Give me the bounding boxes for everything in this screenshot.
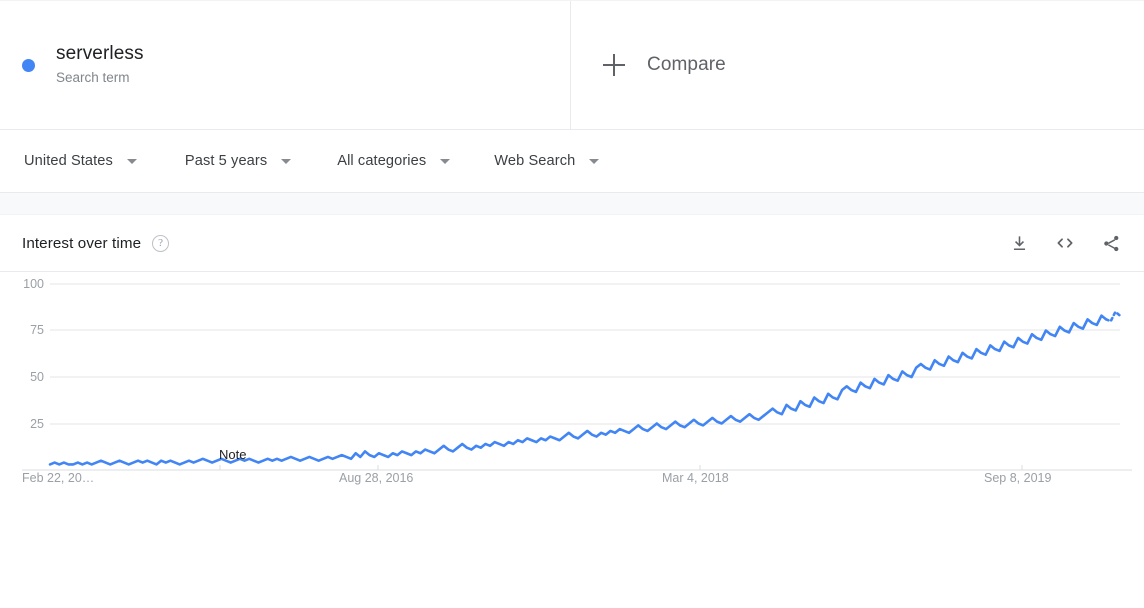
y-tick-75: 75 [30, 323, 44, 337]
compare-label: Compare [647, 54, 726, 75]
x-axis-labels: Feb 22, 20… Aug 28, 2016 Mar 4, 2018 Sep… [22, 471, 1051, 485]
x-axis-ticks [219, 465, 1023, 470]
chevron-down-icon [589, 158, 600, 164]
card-actions [1008, 232, 1122, 254]
filter-search-type[interactable]: Web Search [492, 149, 601, 173]
y-axis-labels: 100 75 50 25 [23, 277, 44, 431]
x-tick-label-1: Aug 28, 2016 [339, 471, 413, 485]
filter-location[interactable]: United States [22, 149, 139, 173]
y-tick-100: 100 [23, 277, 44, 291]
chart-gridlines [22, 283, 1132, 471]
x-tick-label-2: Mar 4, 2018 [662, 471, 729, 485]
filter-search-type-label: Web Search [494, 153, 576, 169]
card-title: Interest over time [22, 234, 142, 252]
chevron-down-icon [440, 158, 451, 164]
filter-time-range-label: Past 5 years [184, 153, 268, 169]
chevron-down-icon [126, 158, 137, 164]
chevron-down-icon [281, 158, 292, 164]
help-circle-icon[interactable]: ? [152, 234, 170, 252]
series-color-dot [22, 58, 35, 72]
x-tick-label-0: Feb 22, 20… [22, 471, 94, 485]
filter-category-label: All categories [337, 153, 427, 169]
plus-icon [603, 54, 625, 76]
add-comparison-button[interactable]: Compare [571, 1, 1144, 129]
filter-bar: United States Past 5 years All categorie… [0, 130, 1144, 193]
search-term-type: Search term [56, 70, 130, 85]
trend-chart-svg: 100 75 50 25 Feb 22, 20… Aug 28, 2016 Ma… [22, 277, 1132, 485]
interest-over-time-card: Interest over time ? 100 75 50 25 Feb 22… [0, 215, 1144, 547]
y-tick-25: 25 [30, 417, 44, 431]
filter-category[interactable]: All categories [335, 149, 452, 173]
search-term-label: serverless [56, 43, 144, 64]
content-spacer [0, 193, 1144, 215]
card-header: Interest over time ? [0, 215, 1144, 272]
download-icon[interactable] [1008, 232, 1030, 254]
filter-location-label: United States [24, 153, 113, 169]
trend-series-line [48, 314, 1108, 466]
y-tick-50: 50 [30, 370, 44, 384]
note-annotation-label: Note [219, 447, 246, 462]
search-term-card[interactable]: serverless Search term [0, 1, 571, 129]
filter-time-range[interactable]: Past 5 years [183, 149, 293, 173]
trend-series-partial-line [1104, 310, 1122, 323]
x-tick-label-3: Sep 8, 2019 [984, 471, 1051, 485]
search-terms-row: serverless Search term Compare [0, 0, 1144, 130]
share-icon[interactable] [1100, 232, 1122, 254]
embed-code-icon[interactable] [1054, 232, 1076, 254]
trend-chart[interactable]: 100 75 50 25 Feb 22, 20… Aug 28, 2016 Ma… [0, 272, 1144, 547]
